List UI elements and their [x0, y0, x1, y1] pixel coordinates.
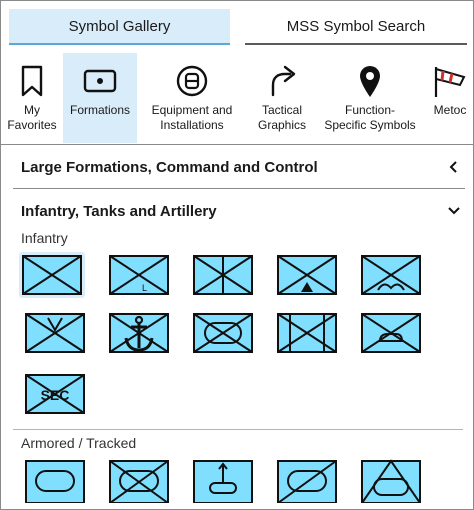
chevron-down-icon — [447, 204, 461, 218]
formation-icon — [63, 59, 137, 103]
symbol-infantry-light[interactable]: L — [106, 252, 172, 298]
symbol-armor-antitank[interactable] — [274, 457, 340, 503]
section-infantry-tanks-artillery[interactable]: Infantry, Tanks and Artillery — [21, 199, 461, 223]
category-strip: My Favorites Formations Equipment and In… — [1, 51, 473, 143]
tab-bar: Symbol Gallery MSS Symbol Search — [9, 9, 467, 47]
map-pin-icon — [321, 59, 419, 103]
section-large-formations[interactable]: Large Formations, Command and Control — [21, 155, 461, 179]
symbol-infantry-naval[interactable] — [106, 310, 172, 356]
category-function-specific-symbols[interactable]: Function- Specific Symbols — [321, 53, 419, 143]
symbol-infantry-wheeled[interactable] — [274, 310, 340, 356]
category-my-favorites[interactable]: My Favorites — [1, 53, 63, 143]
group-label-infantry: Infantry — [21, 230, 68, 246]
symbol-armor[interactable] — [22, 457, 88, 503]
curved-arrow-icon — [249, 59, 315, 103]
category-metoc[interactable]: Metoc — [425, 53, 473, 143]
symbol-infantry-mountain[interactable] — [274, 252, 340, 298]
symbol-modifier-l: L — [142, 283, 147, 293]
tab-symbol-gallery[interactable]: Symbol Gallery — [9, 9, 230, 45]
chevron-left-icon — [447, 160, 461, 174]
divider — [1, 144, 473, 145]
symbol-armor-infantry[interactable] — [106, 457, 172, 503]
category-formations[interactable]: Formations — [63, 53, 137, 143]
equipment-icon — [141, 59, 243, 103]
symbol-infantry-motorized[interactable] — [190, 252, 256, 298]
divider — [13, 429, 463, 430]
category-equipment-installations[interactable]: Equipment and Installations — [141, 53, 243, 143]
symbol-infantry-armored[interactable] — [190, 310, 256, 356]
divider — [13, 188, 465, 189]
symbol-infantry-security[interactable]: SEC — [22, 371, 88, 417]
symbol-armor-missile[interactable] — [190, 457, 256, 503]
symbol-infantry-airborne[interactable] — [358, 252, 424, 298]
symbol-gallery-panel: Symbol Gallery MSS Symbol Search My Favo… — [0, 0, 474, 510]
symbol-modifier-sec: SEC — [41, 387, 70, 403]
category-tactical-graphics[interactable]: Tactical Graphics — [249, 53, 315, 143]
symbol-infantry[interactable] — [19, 252, 85, 298]
symbol-infantry-arctic[interactable] — [22, 310, 88, 356]
symbol-armor-engineer[interactable] — [358, 457, 424, 503]
group-label-armored-tracked: Armored / Tracked — [21, 435, 137, 451]
symbol-infantry-amphibious[interactable] — [358, 310, 424, 356]
bookmark-icon — [1, 59, 63, 103]
tab-mss-symbol-search[interactable]: MSS Symbol Search — [245, 9, 467, 45]
windsock-icon — [425, 59, 473, 103]
